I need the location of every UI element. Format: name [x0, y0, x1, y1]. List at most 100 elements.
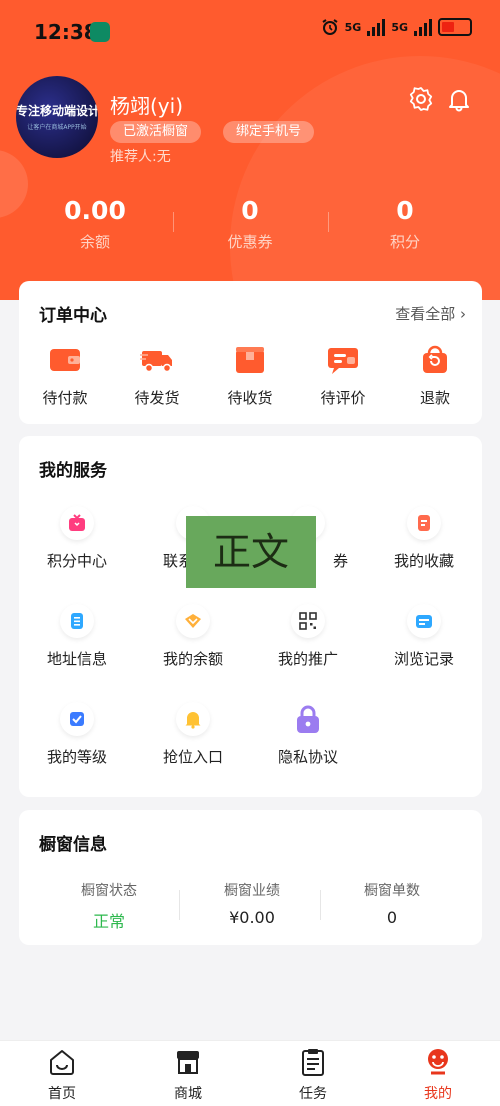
user-name: 杨翊(yi)	[110, 94, 183, 118]
home-icon	[50, 1050, 74, 1075]
service-label: 浏览记录	[393, 650, 454, 668]
notification-bell-icon[interactable]	[446, 86, 472, 112]
level-icon	[70, 712, 84, 726]
service-points-center[interactable]: 积分中心	[19, 506, 135, 571]
bell-icon	[185, 712, 201, 729]
showcase-status: 橱窗状态 正常	[44, 880, 174, 932]
service-label: 我的收藏	[393, 552, 454, 570]
overlay-text-block: 正文	[186, 516, 316, 588]
status-time: 12:38	[34, 20, 98, 44]
tab-label: 首页	[48, 1086, 76, 1102]
my-services-title: 我的服务	[39, 461, 107, 481]
showcase-performance: 橱窗业绩 ¥0.00	[187, 880, 317, 927]
service-promotion[interactable]: 我的推广	[250, 604, 366, 669]
network-label: 5G	[344, 20, 362, 34]
tab-tasks[interactable]: 任务	[273, 1047, 353, 1103]
lock-icon	[297, 705, 319, 733]
balance-stat[interactable]: 0.00 余额	[20, 196, 170, 252]
service-slot-entry[interactable]: 抢位入口	[135, 702, 251, 767]
service-history[interactable]: 浏览记录	[366, 604, 482, 669]
my-services-card: 我的服务 积分中心 联系 券 我的收藏 地址信息 我的余额 我的推广 浏览记录 …	[19, 436, 482, 797]
points-value: 0	[396, 196, 414, 225]
coupon-label: 优惠券	[227, 233, 273, 251]
signal-icon	[367, 18, 386, 36]
truck-icon	[140, 351, 172, 373]
avatar-subtext: 让客户在商城APP开始	[27, 124, 87, 131]
order-pending-payment[interactable]: 待付款	[25, 345, 105, 408]
service-address[interactable]: 地址信息	[19, 604, 135, 669]
showcase-orders-label: 橱窗单数	[364, 883, 420, 899]
showcase-performance-label: 橱窗业绩	[224, 883, 280, 899]
divider	[179, 890, 180, 920]
avatar[interactable]: 专注移动端设计 让客户在商城APP开始	[16, 76, 98, 158]
bind-phone-button[interactable]: 绑定手机号	[223, 121, 315, 143]
app-notification-icon	[90, 22, 110, 42]
order-item-label: 待发货	[134, 389, 180, 407]
network-label: 5G	[391, 20, 408, 34]
wallet-icon	[50, 349, 80, 371]
avatar-text: 专注移动端设计	[16, 104, 98, 118]
showcase-orders-value: 0	[386, 908, 398, 927]
bottom-tab-bar: 首页 商城 任务 我的	[0, 1040, 500, 1106]
coupon-value: 0	[241, 196, 259, 225]
tab-home[interactable]: 首页	[22, 1047, 102, 1103]
service-label: 抢位入口	[162, 748, 223, 766]
order-center-title: 订单中心	[39, 306, 107, 326]
order-refund[interactable]: 退款	[395, 345, 475, 408]
order-item-label: 待付款	[42, 389, 88, 407]
showcase-title: 橱窗信息	[39, 835, 107, 855]
profile-header: 12:38 5G 5G 专注移动端设计 让客户在商城APP开始 杨翊(yi) 已…	[0, 0, 500, 300]
view-all-label: 查看全部	[395, 305, 456, 323]
service-label: 积分中心	[46, 552, 107, 570]
gift-icon	[69, 514, 85, 531]
order-pending-shipment[interactable]: 待发货	[117, 345, 197, 408]
balance-icon	[185, 614, 201, 628]
service-privacy[interactable]: 隐私协议	[250, 702, 366, 767]
signal-icon	[414, 18, 432, 36]
tab-store[interactable]: 商城	[148, 1047, 228, 1103]
activated-badge: 已激活橱窗	[110, 121, 202, 143]
service-label: 我的等级	[46, 748, 107, 766]
tab-label: 任务	[299, 1086, 327, 1102]
divider	[328, 212, 329, 232]
service-level[interactable]: 我的等级	[19, 702, 135, 767]
service-label: 我的余额	[162, 650, 223, 668]
profile-icon	[428, 1049, 448, 1075]
referrer-text: 推荐人:无	[110, 149, 171, 165]
order-pending-review[interactable]: 待评价	[303, 345, 383, 408]
package-icon	[236, 347, 264, 373]
settings-gear-icon[interactable]	[408, 86, 434, 112]
service-label: 地址信息	[46, 650, 107, 668]
order-item-label: 退款	[419, 389, 450, 407]
service-favorites[interactable]: 我的收藏	[366, 506, 482, 571]
service-label: 我的推广	[277, 650, 338, 668]
service-balance[interactable]: 我的余额	[135, 604, 251, 669]
service-label: 隐私协议	[277, 748, 338, 766]
divider	[320, 890, 321, 920]
store-icon	[177, 1051, 199, 1074]
tab-mine[interactable]: 我的	[398, 1047, 478, 1103]
history-icon	[416, 615, 432, 628]
showcase-orders: 橱窗单数 0	[327, 880, 457, 927]
order-pending-receipt[interactable]: 待收货	[210, 345, 290, 408]
points-label: 积分	[389, 233, 420, 251]
balance-value: 0.00	[64, 196, 126, 225]
coupon-stat[interactable]: 0 优惠券	[175, 196, 325, 252]
favorites-icon	[418, 515, 430, 531]
balance-label: 余额	[79, 233, 110, 251]
tab-label: 商城	[174, 1086, 202, 1102]
order-item-label: 待收货	[227, 389, 273, 407]
showcase-status-value: 正常	[92, 912, 125, 931]
order-item-label: 待评价	[320, 389, 366, 407]
status-bar: 12:38 5G 5G	[0, 0, 500, 62]
refund-bag-icon	[423, 345, 447, 373]
showcase-status-label: 橱窗状态	[81, 883, 137, 899]
chevron-right-icon: ›	[460, 305, 466, 323]
qrcode-icon	[299, 612, 317, 630]
showcase-performance-value: ¥0.00	[229, 908, 275, 927]
points-stat[interactable]: 0 积分	[330, 196, 480, 252]
tab-label: 我的	[424, 1086, 452, 1102]
divider	[173, 212, 174, 232]
alarm-icon	[322, 19, 338, 35]
view-all-orders-link[interactable]: 查看全部 ›	[395, 303, 466, 324]
